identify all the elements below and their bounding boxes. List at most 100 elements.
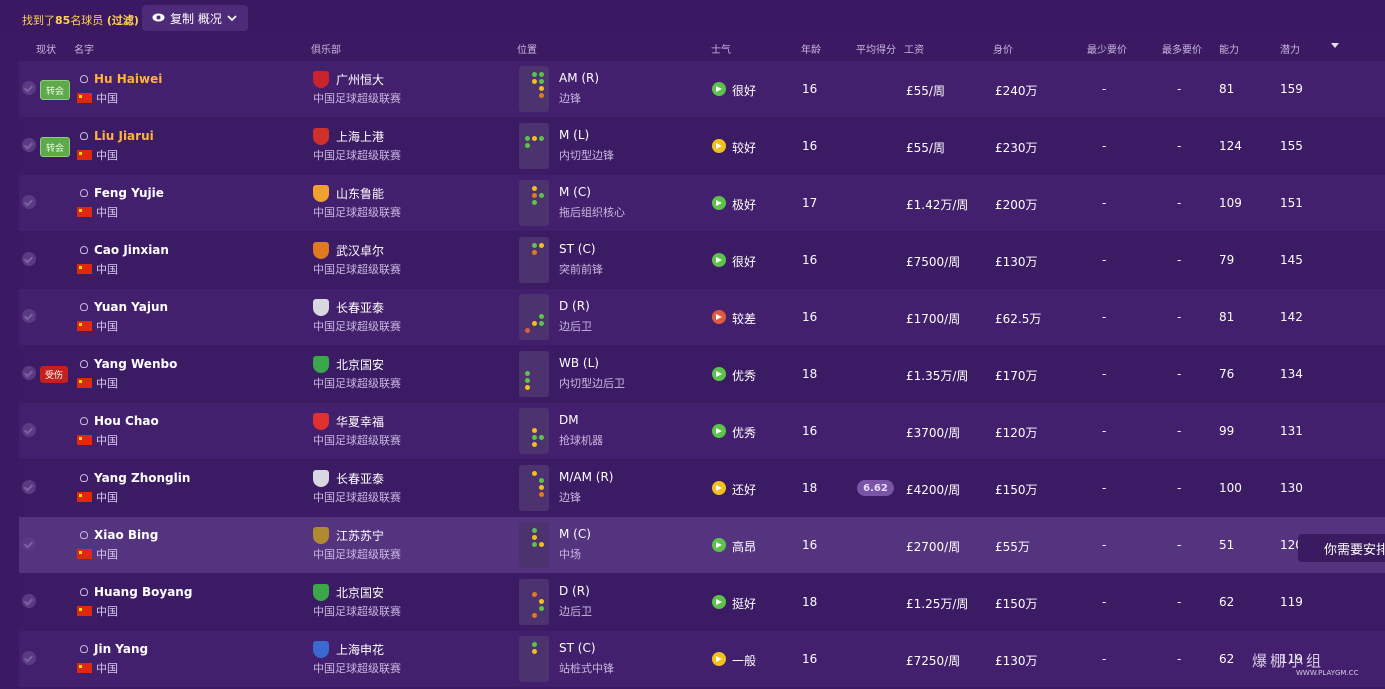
value-amount: £62.5万 — [995, 312, 1042, 326]
select-checkbox[interactable] — [22, 480, 36, 494]
league-name: 中国足球超级联赛 — [313, 605, 401, 618]
club-crest-icon — [313, 242, 329, 259]
age-value: 18 — [802, 481, 818, 495]
select-checkbox[interactable] — [22, 537, 36, 551]
player-name-link[interactable]: Hu Haiwei — [80, 72, 162, 86]
select-checkbox[interactable] — [22, 366, 36, 380]
header-club[interactable]: 俱乐部 — [311, 41, 341, 56]
position-dot — [525, 378, 530, 383]
header-current-ability[interactable]: 能力 — [1219, 41, 1239, 56]
player-row[interactable]: Yuan Yajun 中国 长春亚泰 中国足球超级联赛 D (R) 边后卫 较差 16 £170… — [19, 289, 1385, 345]
player-row[interactable]: 转会 Hu Haiwei 中国 广州恒大 中国足球超级联赛 AM (R) 边锋 很好 16 £55… — [19, 61, 1385, 117]
club-name-link[interactable]: 北京国安 — [336, 356, 384, 373]
club-name-link[interactable]: 长春亚泰 — [336, 299, 384, 316]
club-name-link[interactable]: 上海申花 — [336, 641, 384, 658]
league-name: 中国足球超级联赛 — [313, 149, 401, 162]
header-avg-rating[interactable]: 平均得分 — [856, 41, 896, 56]
age-value: 16 — [802, 310, 818, 324]
player-row[interactable]: Feng Yujie 中国 山东鲁能 中国足球超级联赛 M (C) 拖后组织核心 极好 17 £… — [19, 175, 1385, 231]
select-checkbox[interactable] — [22, 195, 36, 209]
position-dot — [525, 371, 530, 376]
select-checkbox[interactable] — [22, 309, 36, 323]
league-name: 中国足球超级联赛 — [313, 206, 401, 219]
position-pitch-icon — [519, 465, 549, 511]
select-checkbox[interactable] — [22, 252, 36, 266]
morale-label: 很好 — [732, 84, 757, 98]
header-morale[interactable]: 士气 — [711, 41, 731, 56]
current-ability-value: 109 — [1219, 196, 1242, 210]
current-ability-value: 81 — [1219, 310, 1235, 324]
person-icon — [80, 189, 88, 197]
select-checkbox[interactable] — [22, 138, 36, 152]
player-row[interactable]: Hou Chao 中国 华夏幸福 中国足球超级联赛 DM 抢球机器 优秀 16 £3700/周 £… — [19, 403, 1385, 459]
header-name[interactable]: 名字 — [74, 41, 94, 56]
club-name-link[interactable]: 长春亚泰 — [336, 470, 384, 487]
value-amount: £240万 — [995, 84, 1038, 98]
club-name-link[interactable]: 华夏幸福 — [336, 413, 384, 430]
morale-icon — [712, 595, 726, 609]
player-name-link[interactable]: Yang Zhonglin — [80, 471, 190, 485]
position-dot — [532, 649, 537, 654]
transfer-badge: 转会 — [40, 80, 70, 100]
role-label: 边锋 — [559, 92, 581, 105]
club-crest-icon — [313, 413, 329, 430]
player-name-link[interactable]: Hou Chao — [80, 414, 159, 428]
club-name-link[interactable]: 武汉卓尔 — [336, 242, 384, 259]
header-value[interactable]: 身价 — [993, 41, 1013, 56]
select-checkbox[interactable] — [22, 423, 36, 437]
player-row[interactable]: 转会 Liu Jiarui 中国 上海上港 中国足球超级联赛 M (L) 内切型边锋 较好 16… — [19, 118, 1385, 174]
role-label: 边锋 — [559, 491, 581, 504]
position-dot — [532, 321, 537, 326]
club-name-link[interactable]: 山东鲁能 — [336, 185, 384, 202]
header-min-fee[interactable]: 最少要价 — [1087, 41, 1127, 56]
select-checkbox[interactable] — [22, 81, 36, 95]
position-dot — [532, 186, 537, 191]
header-potential-ability[interactable]: 潜力 — [1280, 41, 1300, 56]
header-max-fee[interactable]: 最多要价 — [1162, 41, 1202, 56]
nationality-label: 中国 — [96, 434, 118, 447]
nationality-label: 中国 — [96, 548, 118, 561]
sort-desc-icon[interactable] — [1331, 43, 1339, 48]
club-name-link[interactable]: 北京国安 — [336, 584, 384, 601]
club-name-link[interactable]: 江苏苏宁 — [336, 527, 384, 544]
header-wage[interactable]: 工资 — [904, 41, 924, 56]
filter-link[interactable]: (过滤) — [107, 14, 139, 27]
league-name: 中国足球超级联赛 — [313, 662, 401, 675]
header-status[interactable]: 现状 — [36, 41, 56, 56]
player-row[interactable]: Yang Zhonglin 中国 长春亚泰 中国足球超级联赛 M/AM (R) 边锋 还好 1… — [19, 460, 1385, 516]
potential-ability-value: 131 — [1280, 424, 1303, 438]
value-amount: £130万 — [995, 654, 1038, 668]
player-name-link[interactable]: Yuan Yajun — [80, 300, 168, 314]
player-name-link[interactable]: Cao Jinxian — [80, 243, 169, 257]
age-value: 16 — [802, 424, 818, 438]
player-name-link[interactable]: Xiao Bing — [80, 528, 158, 542]
view-selector-button[interactable]: 复制 概况 — [142, 5, 248, 31]
player-row[interactable]: Huang Boyang 中国 北京国安 中国足球超级联赛 D (R) 边后卫 挺好 18 £1… — [19, 574, 1385, 630]
position-dot — [532, 243, 537, 248]
player-name-link[interactable]: Liu Jiarui — [80, 129, 154, 143]
player-row[interactable]: 受伤 Yang Wenbo 中国 北京国安 中国足球超级联赛 WB (L) 内切型边后卫 优秀… — [19, 346, 1385, 402]
position-label: AM (R) — [559, 71, 600, 85]
player-row[interactable]: Xiao Bing 中国 江苏苏宁 中国足球超级联赛 M (C) 中场 高昂 16 £2700/… — [19, 517, 1385, 573]
header-position[interactable]: 位置 — [517, 41, 537, 56]
player-name-link[interactable]: Yang Wenbo — [80, 357, 177, 371]
player-name-link[interactable]: Feng Yujie — [80, 186, 164, 200]
header-age[interactable]: 年龄 — [801, 41, 821, 56]
player-name-link[interactable]: Huang Boyang — [80, 585, 192, 599]
position-dot — [539, 485, 544, 490]
role-label: 中场 — [559, 548, 581, 561]
position-label: ST (C) — [559, 641, 596, 655]
position-dot — [539, 86, 544, 91]
select-checkbox[interactable] — [22, 651, 36, 665]
min-fee-value: - — [1102, 253, 1107, 267]
position-dot — [525, 136, 530, 141]
nationality: 中国 — [77, 318, 118, 334]
select-checkbox[interactable] — [22, 594, 36, 608]
player-name-link[interactable]: Jin Yang — [80, 642, 148, 656]
player-row[interactable]: Cao Jinxian 中国 武汉卓尔 中国足球超级联赛 ST (C) 突前前锋 很好 16 £… — [19, 232, 1385, 288]
club-name-link[interactable]: 广州恒大 — [336, 71, 384, 88]
age-value: 16 — [802, 652, 818, 666]
player-row[interactable]: Jin Yang 中国 上海申花 中国足球超级联赛 ST (C) 站桩式中锋 一般 16 £72… — [19, 631, 1385, 687]
club-name-link[interactable]: 上海上港 — [336, 128, 384, 145]
wage-value: £7250/周 — [906, 654, 961, 668]
